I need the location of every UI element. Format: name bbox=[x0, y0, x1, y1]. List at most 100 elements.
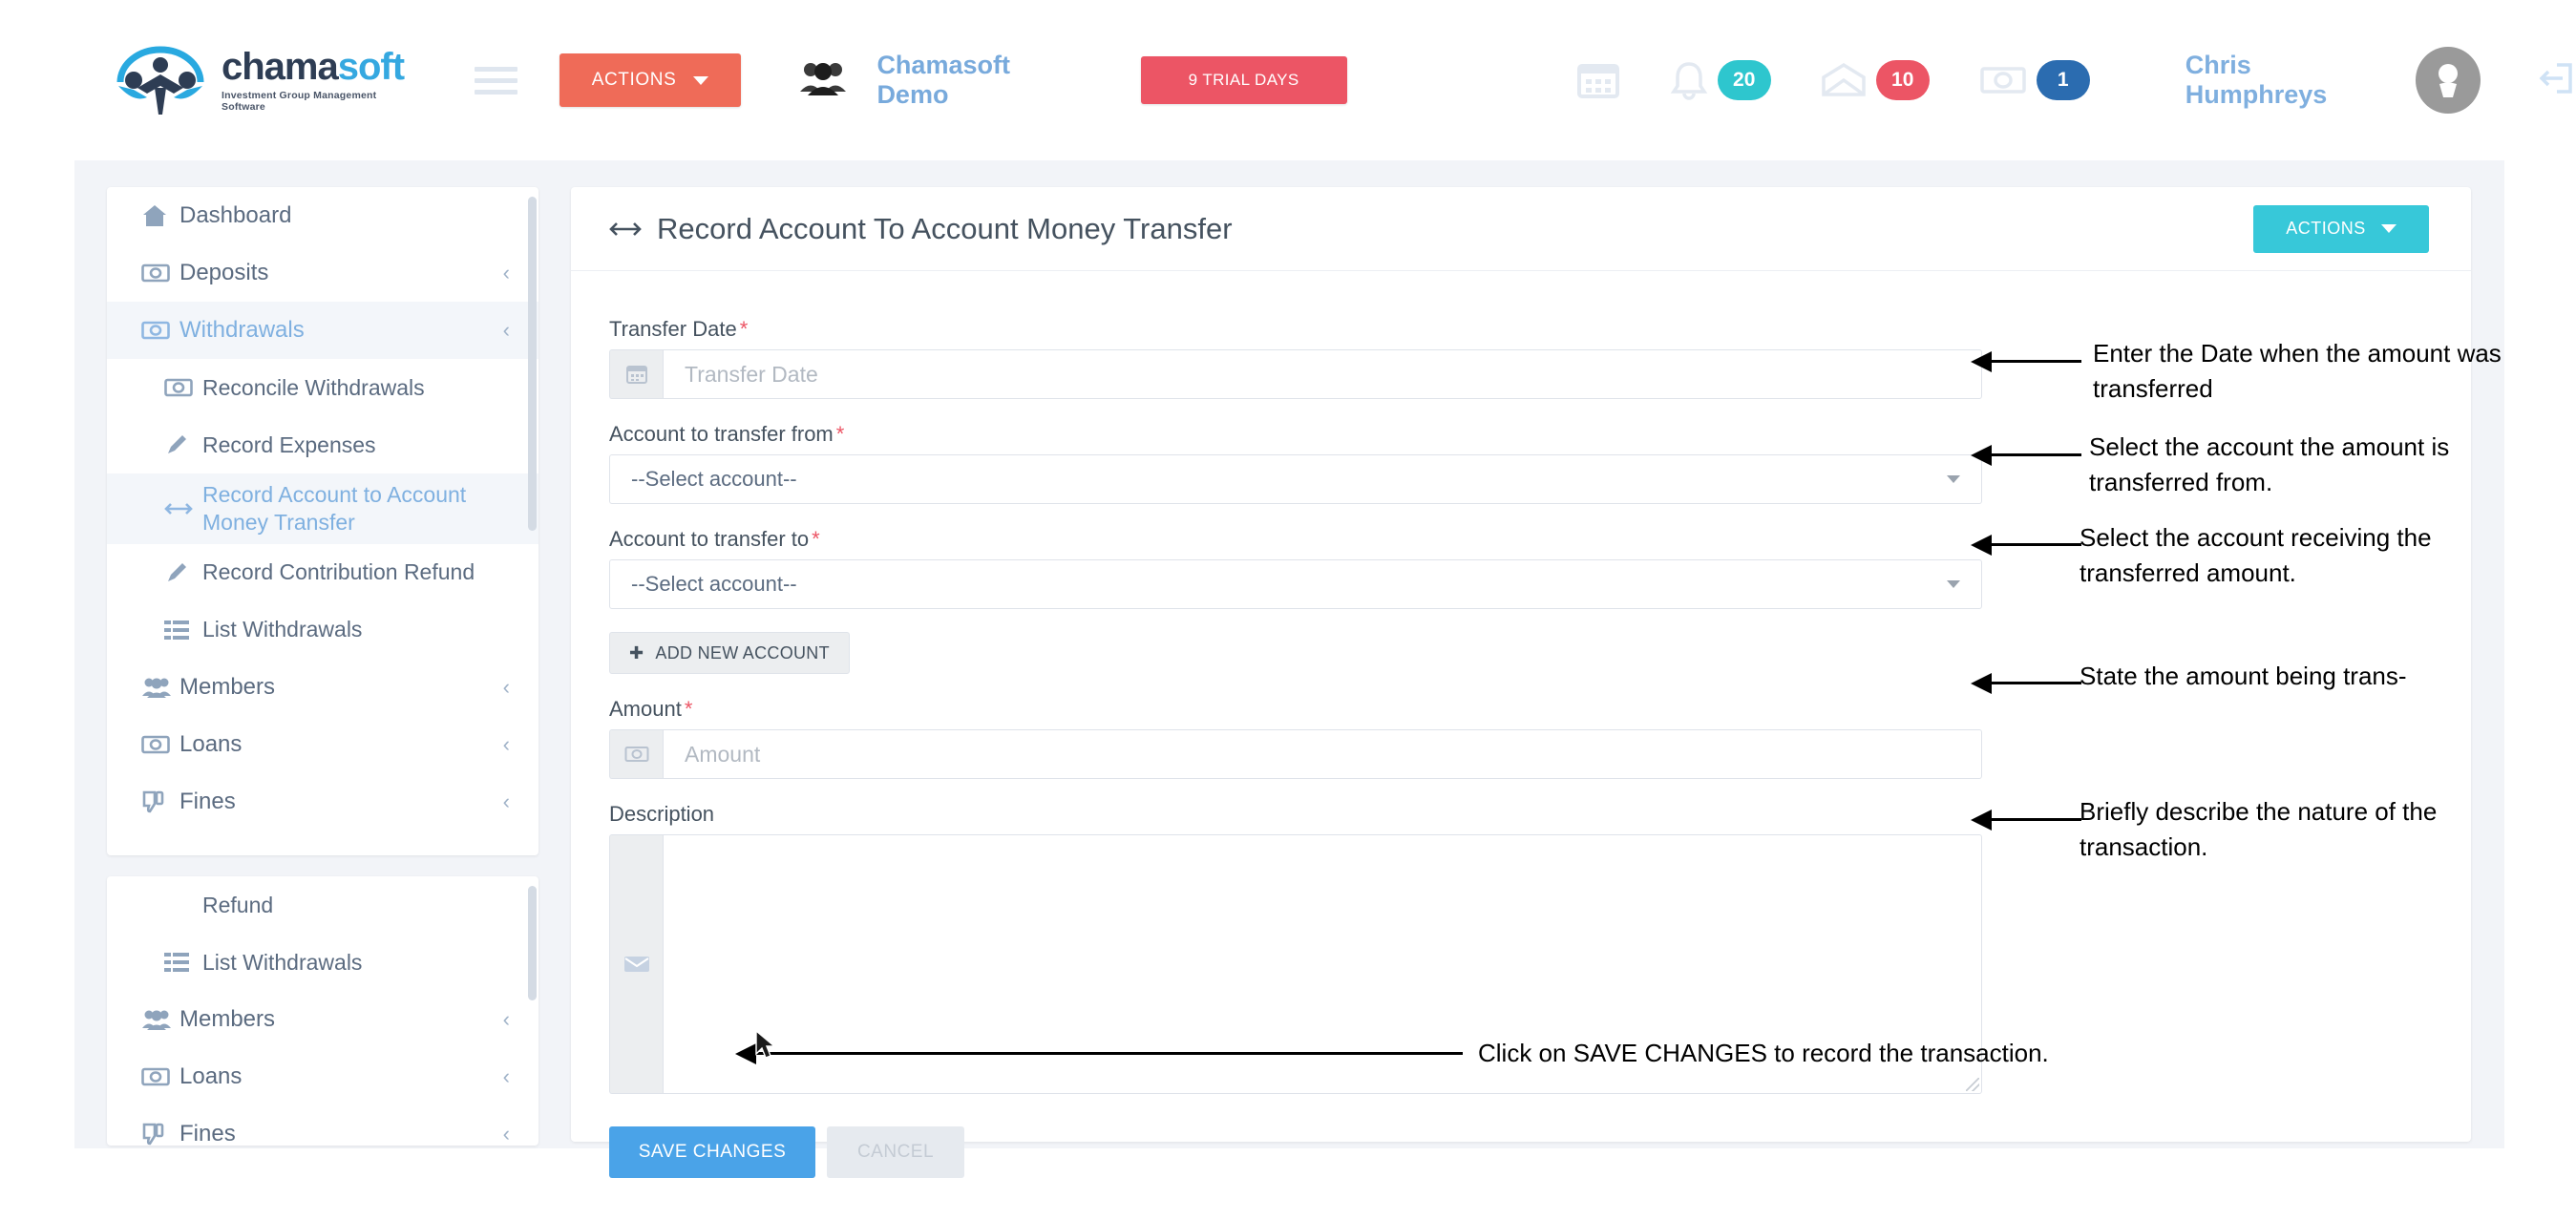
sidebar-item-deposits[interactable]: Deposits ‹ bbox=[107, 244, 538, 302]
thumbs-down-icon bbox=[141, 1123, 179, 1146]
amount-input[interactable]: Amount bbox=[663, 729, 1982, 779]
card-actions-button[interactable]: ACTIONS bbox=[2253, 204, 2429, 253]
people-icon bbox=[141, 676, 179, 699]
transfer-icon bbox=[164, 500, 202, 517]
sidebar-item-label: Members bbox=[179, 673, 276, 700]
avatar[interactable] bbox=[2415, 47, 2481, 114]
sidebar-list: Dashboard Deposits ‹ Withdrawals ‹ Reconcile … bbox=[107, 187, 538, 831]
transfer-date-group[interactable]: Transfer Date bbox=[609, 349, 1982, 399]
app-body: Dashboard Deposits ‹ Withdrawals ‹ Reconcile … bbox=[74, 160, 2504, 1178]
save-changes-button[interactable]: SAVE CHANGES bbox=[609, 1126, 815, 1178]
annotation-description: Briefly describe the nature of the trans… bbox=[2080, 797, 2438, 861]
sidebar-item-list-withdrawals[interactable]: List Withdrawals bbox=[107, 601, 538, 659]
annotation-arrow-head bbox=[1971, 673, 1992, 694]
sidebar-item-record-account-to-account-money-transfer[interactable]: Record Account to Account Money Transfer bbox=[107, 473, 538, 544]
sidebar-item-label: Reconcile Withdrawals bbox=[202, 374, 425, 400]
annotation-account-from: Select the account the amount is transfe… bbox=[2089, 432, 2450, 496]
page-title: Record Account To Account Money Transfer bbox=[609, 212, 1233, 246]
money-badge-count: 1 bbox=[2036, 60, 2090, 100]
sidebar-item-loans[interactable]: Loans ‹ bbox=[107, 1048, 538, 1105]
home-icon bbox=[141, 203, 179, 228]
mouse-cursor-icon bbox=[754, 1029, 779, 1066]
annotation-arrow-head bbox=[1971, 445, 1992, 466]
account-from-value: --Select account-- bbox=[631, 467, 797, 491]
annotation-arrow-head bbox=[1971, 810, 1992, 831]
chevron-down-icon bbox=[693, 75, 709, 85]
required-asterisk: * bbox=[739, 317, 749, 341]
chamasoft-logo-icon bbox=[115, 44, 206, 116]
money-icon bbox=[141, 735, 179, 754]
list-icon bbox=[164, 952, 202, 973]
topbar-icon-group: 20 10 1 bbox=[1576, 59, 2090, 101]
calendar-icon bbox=[609, 349, 663, 399]
messages-slot[interactable]: 10 bbox=[1821, 60, 1930, 100]
sidebar-scrollbar-secondary[interactable] bbox=[528, 886, 537, 1000]
trial-days-label: 9 TRIAL DAYS bbox=[1188, 71, 1299, 89]
trial-days-badge[interactable]: 9 TRIAL DAYS bbox=[1140, 56, 1347, 104]
sidebar-item-label: Withdrawals bbox=[179, 317, 305, 343]
add-new-account-button[interactable]: ✚ ADD NEW ACCOUNT bbox=[609, 632, 850, 674]
sidebar-item-loans[interactable]: Loans ‹ bbox=[107, 716, 538, 773]
annotation-arrow-line bbox=[1990, 360, 2081, 363]
people-icon bbox=[141, 1008, 179, 1031]
logout-button[interactable] bbox=[2534, 59, 2576, 102]
plus-icon: ✚ bbox=[629, 642, 644, 663]
chevron-left-icon: ‹ bbox=[502, 1007, 510, 1031]
sidebar-item-withdrawals[interactable]: Withdrawals ‹ bbox=[107, 302, 538, 359]
money-icon bbox=[141, 263, 179, 283]
logout-icon bbox=[2539, 62, 2572, 94]
sidebar-item-label: Record Account to Account Money Transfer bbox=[202, 482, 467, 535]
sidebar-item-members[interactable]: Members ‹ bbox=[107, 991, 538, 1048]
transfer-icon bbox=[609, 221, 642, 236]
sidebar-item-label: Fines bbox=[179, 1121, 236, 1146]
sidebar-item-members[interactable]: Members ‹ bbox=[107, 659, 538, 716]
account-to-select[interactable]: --Select account-- bbox=[609, 559, 1982, 609]
calendar-icon-slot[interactable] bbox=[1576, 60, 1620, 100]
annotation-amount: State the amount being trans- bbox=[2080, 662, 2407, 690]
user-name[interactable]: Chris Humphreys bbox=[2185, 51, 2395, 110]
amount-group[interactable]: Amount bbox=[609, 729, 1982, 779]
money-bill-icon bbox=[1979, 67, 2026, 94]
sidebar-item-record-expenses[interactable]: Record Expenses bbox=[107, 416, 538, 473]
account-to-value: --Select account-- bbox=[631, 572, 797, 596]
annotation-arrow-line bbox=[1990, 818, 2081, 821]
notifications-slot[interactable]: 20 bbox=[1670, 59, 1771, 101]
sidebar-item-label: Members bbox=[179, 1006, 276, 1032]
resize-handle-icon[interactable] bbox=[1966, 1078, 1979, 1091]
cancel-button[interactable]: CANCEL bbox=[827, 1126, 964, 1178]
money-icon bbox=[141, 1067, 179, 1086]
envelope-icon bbox=[609, 834, 663, 1094]
account-from-select[interactable]: --Select account-- bbox=[609, 454, 1982, 504]
chevron-left-icon: ‹ bbox=[502, 318, 510, 342]
sidebar-nav: Dashboard Deposits ‹ Withdrawals ‹ Reconcile … bbox=[107, 187, 538, 855]
chevron-left-icon: ‹ bbox=[502, 674, 510, 699]
sidebar-item-fines[interactable]: Fines ‹ bbox=[107, 1105, 538, 1146]
add-new-account-label: ADD NEW ACCOUNT bbox=[655, 642, 830, 663]
brand-wordmark: chamasoft Investment Group Management So… bbox=[222, 48, 415, 113]
group-name[interactable]: Chamasoft Demo bbox=[876, 51, 1083, 110]
hamburger-menu-icon[interactable] bbox=[474, 66, 517, 95]
annotation-arrow-line bbox=[1990, 453, 2081, 456]
sidebar-item-dashboard[interactable]: Dashboard bbox=[107, 187, 538, 244]
sidebar-item-reconcile-withdrawals[interactable]: Reconcile Withdrawals bbox=[107, 359, 538, 416]
annotation-arrow-head bbox=[1971, 351, 1992, 372]
sidebar-scrollbar[interactable] bbox=[528, 197, 537, 531]
sidebar-item-fines[interactable]: Fines ‹ bbox=[107, 773, 538, 831]
transfer-date-input[interactable]: Transfer Date bbox=[663, 349, 1982, 399]
sidebar-item-refund[interactable]: Refund bbox=[107, 876, 538, 934]
sidebar-item-label: Refund bbox=[202, 892, 274, 917]
sidebar-item-label: Record Contribution Refund bbox=[202, 559, 475, 585]
sidebar-item-record-contribution-refund[interactable]: Record Contribution Refund bbox=[107, 544, 538, 601]
brand-tagline: Investment Group Management Software bbox=[222, 90, 377, 113]
chevron-down-icon bbox=[2380, 224, 2397, 233]
chevron-left-icon: ‹ bbox=[502, 731, 510, 756]
sidebar-item-list-withdrawals[interactable]: List Withdrawals bbox=[107, 934, 538, 991]
annotation-transfer-date: Enter the Date when the amount was trans… bbox=[2093, 339, 2502, 403]
annotation-arrow-head bbox=[735, 1043, 756, 1064]
page-title-text: Record Account To Account Money Transfer bbox=[657, 211, 1233, 245]
bell-badge-count: 20 bbox=[1717, 60, 1771, 100]
sidebar-nav-secondary: Refund List Withdrawals Members ‹ Loans ‹ Fine… bbox=[107, 876, 538, 1146]
brand-logo[interactable]: chamasoft Investment Group Management So… bbox=[115, 44, 415, 116]
payments-slot[interactable]: 1 bbox=[1979, 60, 2090, 100]
topbar-actions-button[interactable]: ACTIONS bbox=[559, 53, 742, 107]
